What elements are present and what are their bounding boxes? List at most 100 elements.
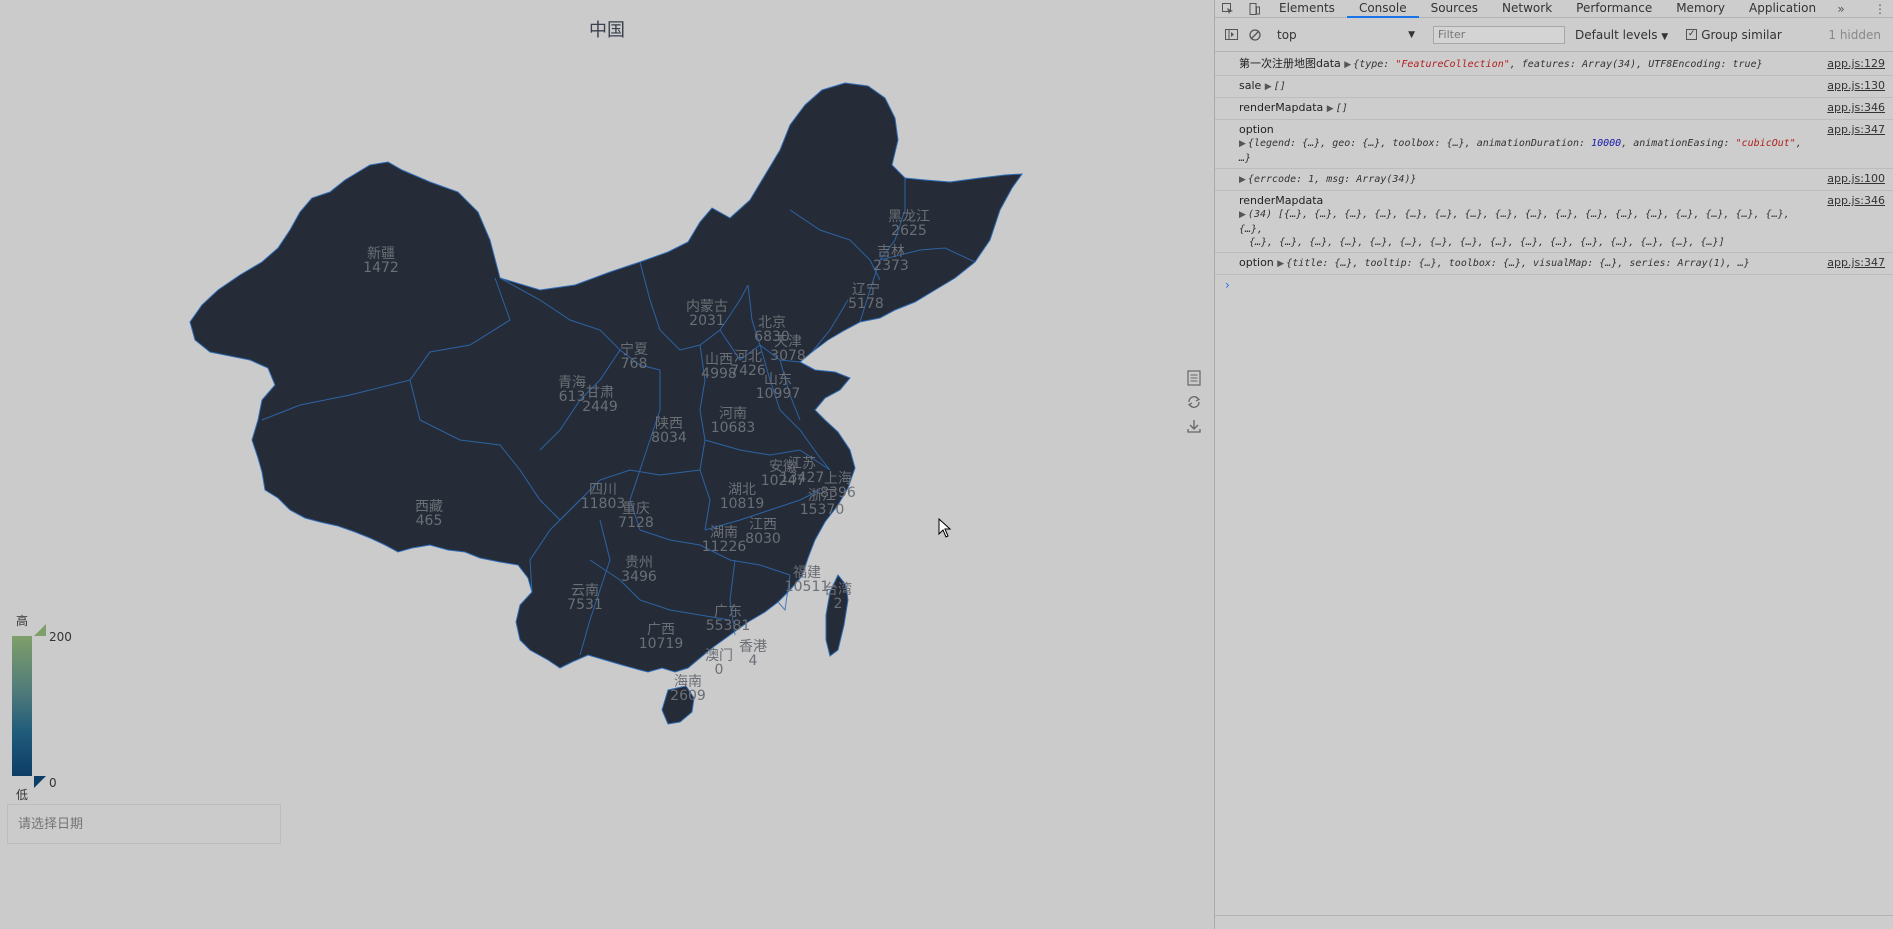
console-filter-input[interactable] [1433,25,1565,44]
province-label-guizhou[interactable]: 贵州 3496 [621,556,657,584]
log-source-link[interactable]: app.js:347 [1827,256,1885,269]
expand-triangle-icon[interactable]: ▶ [1239,139,1246,149]
log-object[interactable]: [] [1274,81,1286,92]
province-label-xizang[interactable]: 西藏 465 [415,500,443,528]
province-label-henan[interactable]: 河南 10683 [711,407,756,435]
province-value: 1472 [363,260,399,276]
province-name: 福建 [792,565,821,581]
log-object[interactable]: (34) [{…}, {…}, {…}, {…}, {…}, {…}, {…},… [1239,209,1790,235]
province-label-hainan[interactable]: 海南 2609 [670,675,706,703]
china-map-shape[interactable] [0,0,1214,929]
province-name: 宁夏 [620,342,648,358]
province-label-heilongjiang[interactable]: 黑龙江 2625 [888,210,930,238]
province-label-shandong[interactable]: 山东 10997 [756,373,801,401]
tab-memory[interactable]: Memory [1664,0,1737,18]
log-object[interactable]: {type: "FeatureCollection", features: Ar… [1353,59,1762,70]
date-picker-input[interactable] [7,804,281,844]
console-sidebar-icon[interactable] [1219,23,1243,47]
province-label-jiangsu[interactable]: 江苏 13427 [780,457,825,485]
province-label-shaanxi[interactable]: 陕西 8034 [651,417,687,445]
kebab-menu-icon[interactable]: ⋮ [1867,0,1893,18]
province-label-hubei[interactable]: 湖北 10819 [720,483,765,511]
province-value: 5178 [848,296,884,312]
log-source-link[interactable]: app.js:347 [1827,123,1885,136]
province-label-chongqing[interactable]: 重庆 7128 [618,502,654,530]
more-tabs-icon[interactable]: » [1828,0,1854,18]
log-source-link[interactable]: app.js:130 [1827,79,1885,92]
console-log-entry[interactable]: ▶ {errcode: 1, msg: Array(34)} app.js:100 [1215,169,1893,191]
devtools-drawer [1215,915,1893,929]
group-similar-checkbox[interactable]: ✓ Group similar [1686,28,1782,42]
console-log-entry[interactable]: 第一次注册地图data ▶ {type: "FeatureCollection",… [1215,54,1893,76]
log-levels-dropdown[interactable]: Default levels ▼ [1575,28,1668,42]
expand-triangle-icon[interactable]: ▶ [1327,104,1334,114]
province-label-neimenggu[interactable]: 内蒙古 2031 [686,300,728,328]
tab-elements[interactable]: Elements [1267,0,1347,18]
province-label-hunan[interactable]: 湖南 11226 [702,526,747,554]
province-name: 广西 [646,622,675,638]
province-label-yunnan[interactable]: 云南 7531 [567,584,603,612]
tab-console[interactable]: Console [1346,0,1419,18]
province-label-guangdong[interactable]: 广东 55381 [706,605,751,633]
province-value: 7531 [567,597,603,613]
visual-map-max-handle[interactable] [34,624,46,636]
province-label-guangxi[interactable]: 广西 10719 [639,623,684,651]
tab-application[interactable]: Application [1737,0,1828,18]
tab-performance[interactable]: Performance [1564,0,1664,18]
province-label-taiwan[interactable]: 台湾 2 [824,583,852,611]
console-log-entry[interactable]: option ▶ {title: {…}, tooltip: {…}, toolb… [1215,253,1893,275]
china-map[interactable]: 黑龙江 2625 吉林 2373 辽宁 5178 新疆 1472 内蒙古 2031 北京 6… [0,0,1214,929]
data-view-icon[interactable] [1184,368,1204,388]
province-value: 10819 [719,496,765,512]
expand-triangle-icon[interactable]: ▶ [1239,210,1246,220]
tab-network[interactable]: Network [1490,0,1564,18]
log-source-link[interactable]: app.js:346 [1827,101,1885,114]
console-log-entry[interactable]: sale ▶[] app.js:130 [1215,76,1893,98]
log-object[interactable]: {errcode: 1, msg: Array(34)} [1248,174,1417,185]
province-label-liaoning[interactable]: 辽宁 5178 [848,283,884,311]
device-toolbar-icon[interactable] [1241,0,1267,18]
log-object[interactable]: {title: {…}, tooltip: {…}, toolbox: {…},… [1286,258,1750,269]
visual-map-max: 200 [49,630,72,644]
refresh-icon[interactable] [1184,392,1204,412]
china-outline[interactable] [189,82,1024,673]
province-label-aomen[interactable]: 澳门 0 [705,649,733,677]
log-source-link[interactable]: app.js:346 [1827,194,1885,207]
console-log-entry[interactable]: renderMapdata ▶ (34) [{…}, {…}, {…}, {…},… [1215,191,1893,253]
log-object[interactable]: {legend: {…}, geo: {…}, toolbox: {…}, an… [1239,138,1802,164]
download-icon[interactable] [1184,416,1204,436]
province-label-ningxia[interactable]: 宁夏 768 [620,343,648,371]
province-value: 11226 [701,539,747,555]
province-label-tianjin[interactable]: 天津 3078 [770,335,806,363]
log-object[interactable]: {…}, {…}, {…}, {…}, {…}, {…}, {…}, {…}, … [1239,236,1803,249]
province-label-jilin[interactable]: 吉林 2373 [873,245,909,273]
log-object-string: "cubicOut" [1735,138,1796,149]
province-label-xianggang[interactable]: 香港 4 [739,640,767,668]
tab-sources[interactable]: Sources [1419,0,1490,18]
console-log-entry[interactable]: renderMapdata ▶[] app.js:346 [1215,98,1893,120]
visual-map-min-handle[interactable] [34,776,46,788]
console-prompt[interactable]: › [1215,275,1893,295]
province-name: 河北 [733,349,762,365]
province-label-fujian[interactable]: 福建 10511 [785,566,830,594]
expand-triangle-icon[interactable]: ▶ [1265,82,1272,92]
log-object[interactable]: [] [1336,103,1348,114]
log-source-link[interactable]: app.js:129 [1827,57,1885,70]
expand-triangle-icon[interactable]: ▶ [1277,259,1284,269]
visual-map-gradient-bar[interactable] [12,636,32,776]
visual-map-legend[interactable]: 高 200 0 低 [12,612,92,802]
province-label-zhejiang[interactable]: 浙江 15370 [800,489,845,517]
log-source-link[interactable]: app.js:100 [1827,172,1885,185]
province-label-jiangxi[interactable]: 江西 8030 [745,518,781,546]
province-label-xinjiang[interactable]: 新疆 1472 [363,247,399,275]
province-value: 2449 [582,399,618,415]
inspect-element-icon[interactable] [1215,0,1241,18]
province-label-gansu[interactable]: 甘肃 2449 [582,386,618,414]
expand-triangle-icon[interactable]: ▶ [1239,175,1246,185]
expand-triangle-icon[interactable]: ▶ [1344,60,1351,70]
console-log-entry[interactable]: option ▶ {legend: {…}, geo: {…}, toolbox:… [1215,120,1893,169]
context-selector[interactable]: top ▼ [1277,28,1415,42]
log-levels-label: Default levels [1575,27,1658,42]
clear-console-icon[interactable] [1243,23,1267,47]
province-value: 3496 [621,569,657,585]
